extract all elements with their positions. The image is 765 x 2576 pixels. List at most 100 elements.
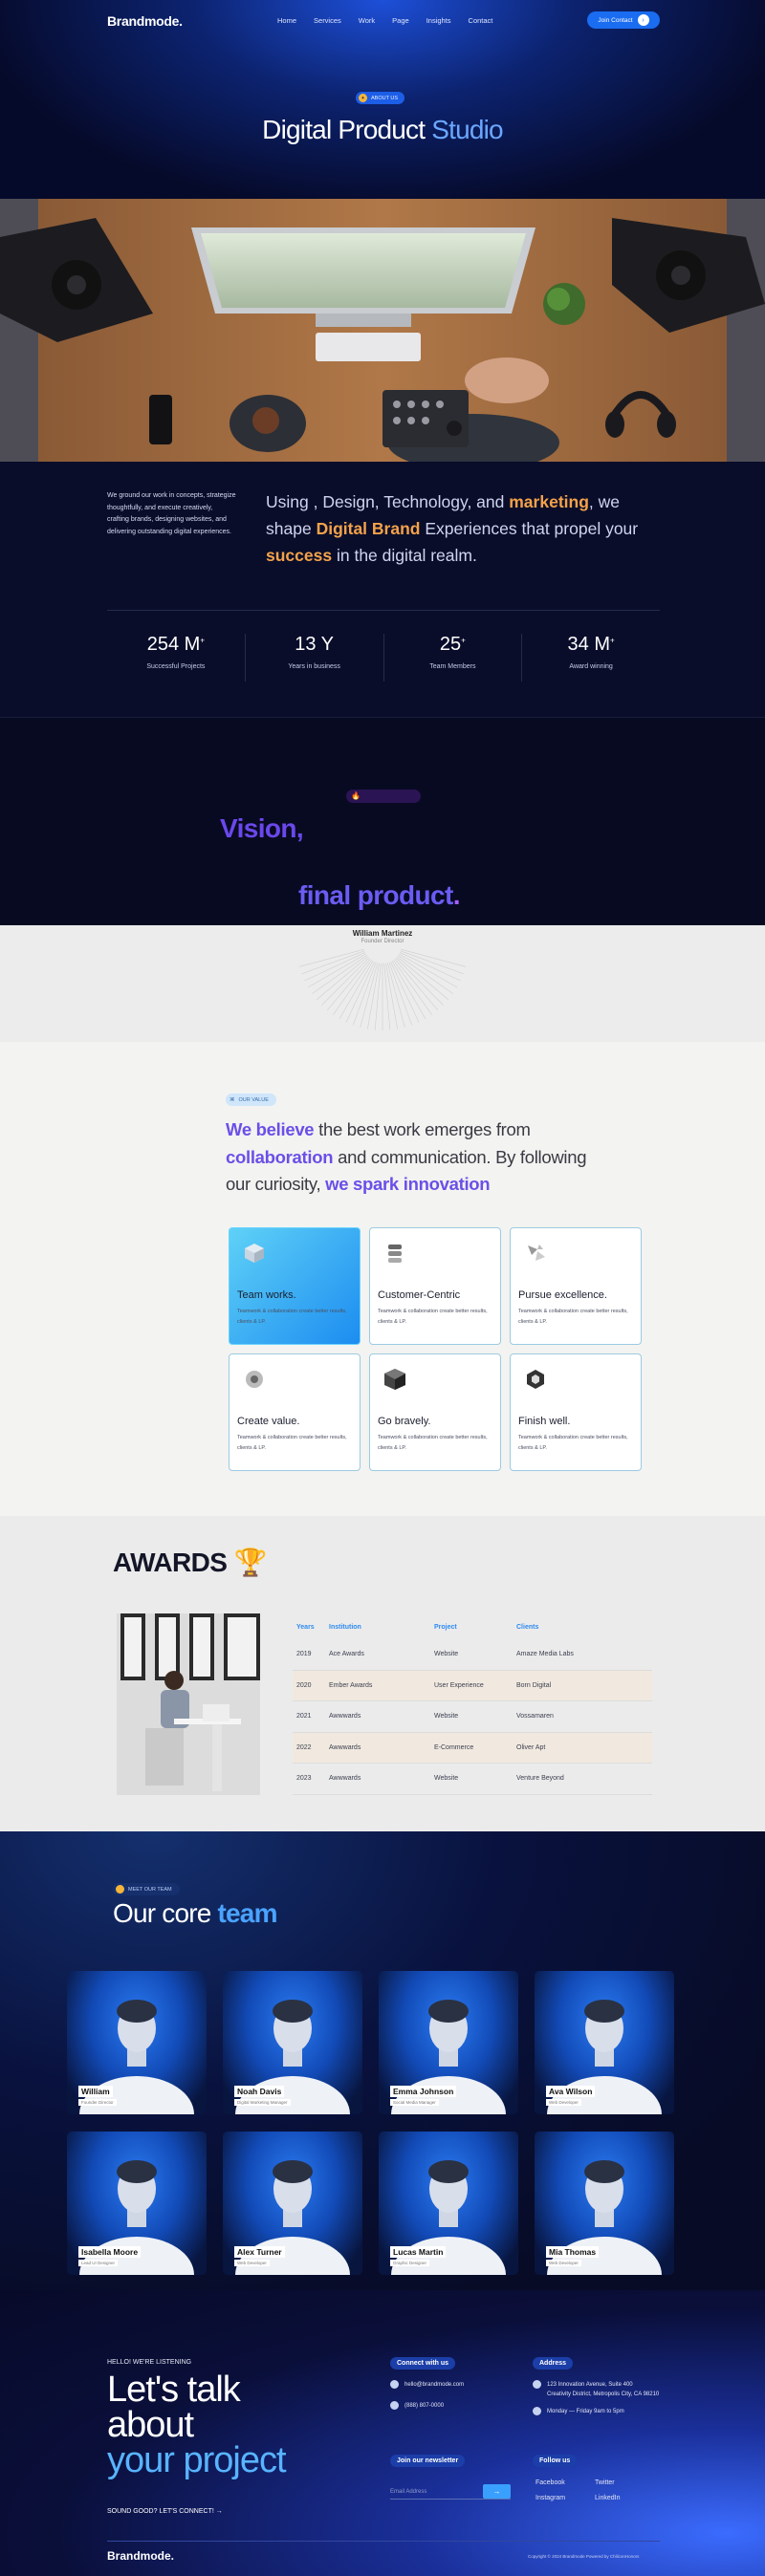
table-cell: Born Digital (516, 1681, 552, 1689)
social-twitter[interactable]: Twitter (595, 2479, 615, 2486)
member-role: Founder Director (78, 2099, 117, 2106)
card-description: Teamwork & collaboration create better r… (378, 1435, 488, 1451)
fire-icon: 🔥 (351, 791, 361, 800)
table-cell: Website (434, 1775, 459, 1783)
value-card[interactable]: Create value. Teamwork & collaboration c… (229, 1353, 361, 1471)
follow-heading: Follow us (533, 2455, 578, 2467)
awards-section: AWARDS 🏆 Years Institution Project Clients 2… (0, 1516, 765, 1831)
member-role: Digital Marketing Manager (234, 2099, 291, 2106)
team-member-card[interactable]: Lucas Martin Graphic Designer (379, 2132, 518, 2275)
vision-final-product: final product. (298, 880, 461, 911)
page: Brandmode. Home Services Work Page Insig… (0, 0, 765, 2576)
footer-divider (107, 2541, 660, 2542)
stats-row: 254 M+ Successful Projects 13 Y Years in… (107, 634, 660, 682)
sunburst-ray (388, 962, 413, 1026)
logo[interactable]: Brandmode. (107, 13, 183, 29)
team-member-card[interactable]: Ava Wilson Web Developer (535, 1971, 674, 2114)
copyright: Copyright © 2024 Brandmode Powered by Ch… (528, 2554, 640, 2559)
team-title: Our core team (113, 1898, 277, 1929)
nav-link-page[interactable]: Page (392, 16, 409, 25)
gear-shape-icon (246, 1371, 263, 1388)
stat-value: 25+ (439, 634, 466, 655)
table-cell: Oliver Apt (516, 1743, 546, 1751)
nav-link-insights[interactable]: Insights (426, 16, 451, 25)
team-title-plain: Our core (113, 1898, 211, 1928)
table-cell: 2019 (296, 1651, 312, 1658)
stat-awards: 34 M+ Award winning (522, 634, 660, 682)
team-title-accent: team (217, 1898, 278, 1928)
testimonial-name: William Martinez (352, 929, 413, 938)
stat-value: 34 M+ (567, 634, 615, 655)
value-statement: We believe the best work emerges from co… (226, 1116, 608, 1199)
join-contact-button[interactable]: Join Contact › (587, 11, 660, 29)
clock-icon (533, 2407, 541, 2415)
nav-link-home[interactable]: Home (277, 16, 296, 25)
nav-link-work[interactable]: Work (359, 16, 375, 25)
table-row: 2022 Awwwards E-Commerce Oliver Apt (293, 1732, 652, 1764)
team-member-card[interactable]: Noah Davis Digital Marketing Manager (223, 1971, 362, 2114)
value-badge-label: OUR VALUE (238, 1096, 269, 1103)
table-cell: Ace Awards (329, 1651, 364, 1658)
table-cell: User Experience (434, 1681, 484, 1689)
table-header: Years Institution Project Clients (293, 1614, 652, 1639)
nav-link-services[interactable]: Services (314, 16, 341, 25)
page-title: Digital Product Studio (0, 115, 765, 145)
social-instagram[interactable]: Instagram (536, 2495, 565, 2501)
lets-connect-link[interactable]: SOUND GOOD? LET'S CONNECT! → (107, 2508, 223, 2515)
send-arrow-icon[interactable]: → (483, 2484, 511, 2499)
arrow-right-icon: › (637, 14, 649, 26)
value-card[interactable]: Team works. Teamwork & collaboration cre… (229, 1227, 361, 1345)
statement-part: Using , Design, Technology, and (266, 492, 505, 511)
table-cell: Years (296, 1623, 315, 1631)
team-member-card[interactable]: Alex Turner Web Developer (223, 2132, 362, 2275)
sunburst-ray (352, 962, 377, 1026)
hex-icon (527, 1370, 544, 1389)
connect-heading: Connect with us (390, 2357, 456, 2370)
table-row: 2021 Awwwards Website Vossamaren (293, 1701, 652, 1733)
social-linkedin[interactable]: LinkedIn (595, 2495, 620, 2501)
team-member-card[interactable]: Mia Thomas Web Developer (535, 2132, 674, 2275)
table-cell: Vossamaren (516, 1713, 554, 1721)
about-badge-label: ABOUT US (371, 95, 399, 101)
value-card[interactable]: Pursue excellence. Teamwork & collaborat… (510, 1227, 642, 1345)
member-role: Web Developer (234, 2260, 270, 2266)
table-cell: Awwwards (329, 1775, 361, 1783)
value-card[interactable]: Go bravely. Teamwork & collaboration cre… (369, 1353, 501, 1471)
social-facebook[interactable]: Facebook (536, 2479, 565, 2486)
value-card[interactable]: Finish well. Teamwork & collaboration cr… (510, 1353, 642, 1471)
value-highlight: We believe (226, 1119, 315, 1139)
intro-section: We ground our work in concepts, strategi… (0, 462, 765, 717)
team-badge-label: MEET OUR TEAM (128, 1886, 172, 1893)
team-member-card[interactable]: Isabella Moore Lead UI Designer (67, 2132, 207, 2275)
footer-logo[interactable]: Brandmode. (107, 2549, 174, 2563)
table-cell: Ember Awards (329, 1681, 373, 1689)
card-title: Finish well. (518, 1416, 571, 1427)
stat-label: Award winning (569, 663, 613, 670)
team-badge: MEET OUR TEAM (113, 1883, 180, 1895)
member-role: Graphic Designer (390, 2260, 430, 2266)
address-line-2: Creativity District, Metropolis City, CA… (547, 2392, 660, 2397)
table-row: 2023 Awwwards Website Venture Beyond (293, 1764, 652, 1795)
email-line[interactable]: hello@brandmode.com (390, 2380, 464, 2389)
stat-label: Successful Projects (146, 663, 206, 670)
member-name: William (78, 2086, 113, 2097)
team-member-card[interactable]: William Founder Director (67, 1971, 207, 2114)
statement-part: Experiences that propel your (425, 519, 639, 538)
table-cell: Amaze Media Labs (516, 1651, 574, 1658)
testimonial-role: Founder Director (361, 939, 404, 944)
team-member-card[interactable]: Emma Johnson Social Media Manager (379, 1971, 518, 2114)
stat-label: Team Members (429, 663, 476, 670)
nav-link-contact[interactable]: Contact (469, 16, 493, 25)
value-card[interactable]: Customer-Centric Teamwork & collaboratio… (369, 1227, 501, 1345)
divider (107, 610, 660, 611)
phone-line[interactable]: (888) 807-0000 (390, 2401, 444, 2410)
statement-part: in the digital realm. (336, 546, 477, 565)
table-cell: Awwwards (329, 1713, 361, 1721)
sunburst-ray (321, 957, 370, 1006)
desk-illustration (0, 199, 765, 462)
contact-section: HELLO! WE'RE LISTENING Let's talk about … (0, 2290, 765, 2576)
office-illustration (117, 1613, 260, 1795)
vision-section: 🔥 Vision, final product. (0, 717, 765, 925)
title-plain: Digital Product (262, 115, 426, 144)
member-name: Noah Davis (234, 2086, 285, 2097)
